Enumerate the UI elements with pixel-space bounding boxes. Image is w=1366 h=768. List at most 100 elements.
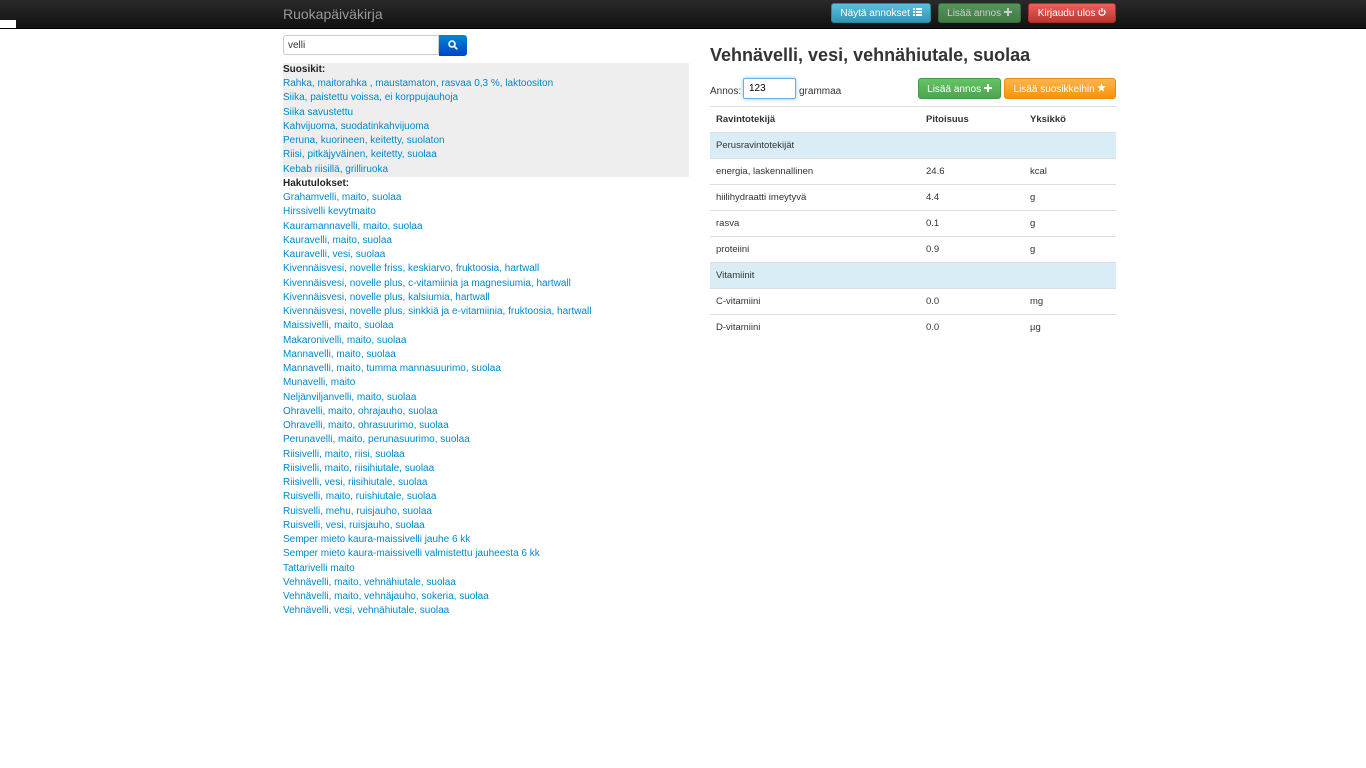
result-link[interactable]: Munavelli, maito	[283, 377, 355, 388]
nutrient-unit: g	[1024, 210, 1116, 237]
list-item: Neljänviljanvelli, maito, suolaa	[283, 391, 591, 405]
result-link[interactable]: Kivennäisvesi, novelle plus, kalsiumia, …	[283, 292, 490, 303]
result-link[interactable]: Ruisvelli, maito, ruishiutale, suolaa	[283, 491, 436, 502]
navbar: Ruokapäiväkirja Näytä annokset Lisää ann…	[0, 0, 1366, 29]
result-link[interactable]: Makaronivelli, maito, suolaa	[283, 335, 406, 346]
result-link[interactable]: Vehnävelli, vesi, vehnähiutale, suolaa	[283, 605, 449, 616]
table-row: hiilihydraatti imeytyvä 4.4 g	[710, 184, 1116, 211]
result-link[interactable]: Riisivelli, maito, riisihiutale, suolaa	[283, 463, 434, 474]
add-portion-button[interactable]: Lisää annos	[918, 78, 1001, 99]
list-item: Ruisvelli, vesi, ruisjauho, suolaa	[283, 519, 591, 533]
list-item: Riisi, pitkäjyväinen, keitetty, suolaa	[283, 148, 553, 162]
favorite-link[interactable]: Riisi, pitkäjyväinen, keitetty, suolaa	[283, 149, 437, 160]
add-favorite-button[interactable]: Lisää suosikkeihin	[1004, 78, 1116, 99]
result-link[interactable]: Kauravelli, maito, suolaa	[283, 235, 392, 246]
nutrient-name: proteiini	[710, 236, 920, 263]
list-item: Semper mieto kaura-maissivelli jauhe 6 k…	[283, 533, 591, 547]
table-row: rasva 0.1 g	[710, 210, 1116, 237]
add-portion-nav-button[interactable]: Lisää annos	[938, 3, 1021, 23]
show-portions-button[interactable]: Näytä annokset	[831, 3, 931, 23]
table-row: D-vitamiini 0.0 µg	[710, 314, 1116, 341]
portion-label: Annos:	[710, 86, 742, 97]
nutrient-unit: mg	[1024, 288, 1116, 315]
nutrient-unit: kcal	[1024, 158, 1116, 185]
favorite-link[interactable]: Rahka, maitorahka , maustamaton, rasvaa …	[283, 78, 553, 89]
nutrient-name: C-vitamiini	[710, 288, 920, 315]
list-item: Hirssivelli kevytmaito	[283, 205, 591, 219]
result-link[interactable]: Ohravelli, maito, ohrasuurimo, suolaa	[283, 420, 449, 431]
result-link[interactable]: Riisivelli, maito, riisi, suolaa	[283, 449, 405, 460]
result-link[interactable]: Perunavelli, maito, perunasuurimo, suola…	[283, 434, 470, 445]
add-portion-label: Lisää annos	[927, 84, 982, 95]
search-input[interactable]	[283, 35, 439, 55]
favorite-link[interactable]: Kahvijuoma, suodatinkahvijuoma	[283, 121, 429, 132]
list-item: Kivennäisvesi, novelle friss, keskiarvo,…	[283, 262, 591, 276]
column-header-amount: Pitoisuus	[920, 106, 1024, 133]
nutrient-value: 0.1	[920, 210, 1024, 237]
result-link[interactable]: Kivennäisvesi, novelle plus, c-vitamiini…	[283, 278, 571, 289]
nutrient-name: rasva	[710, 210, 920, 237]
result-link[interactable]: Vehnävelli, maito, vehnäjauho, sokeria, …	[283, 591, 489, 602]
result-link[interactable]: Mannavelli, maito, suolaa	[283, 349, 396, 360]
list-item: Ruisvelli, mehu, ruisjauho, suolaa	[283, 505, 591, 519]
unit-label: grammaa	[799, 86, 842, 97]
result-link[interactable]: Kauravelli, vesi, suolaa	[283, 249, 385, 260]
search-button[interactable]	[439, 35, 467, 56]
result-link[interactable]: Mannavelli, maito, tumma mannasuurimo, s…	[283, 363, 501, 374]
result-link[interactable]: Kivennäisvesi, novelle friss, keskiarvo,…	[283, 263, 539, 274]
result-link[interactable]: Riisivelli, vesi, riisihiutale, suolaa	[283, 477, 428, 488]
nutrient-value: 24.6	[920, 158, 1024, 185]
result-link[interactable]: Ohravelli, maito, ohrajauho, suolaa	[283, 406, 438, 417]
result-link[interactable]: Kauramannavelli, maito, suolaa	[283, 221, 423, 232]
result-link[interactable]: Maissivelli, maito, suolaa	[283, 320, 394, 331]
group-name: Perusravintotekijät	[710, 132, 1116, 159]
list-item: Vehnävelli, maito, vehnäjauho, sokeria, …	[283, 590, 591, 604]
list-item: Ohravelli, maito, ohrajauho, suolaa	[283, 405, 591, 419]
search-icon	[448, 40, 458, 50]
group-name: Vitamiinit	[710, 262, 1116, 289]
result-link[interactable]: Hirssivelli kevytmaito	[283, 206, 376, 217]
result-link[interactable]: Kivennäisvesi, novelle plus, sinkkiä ja …	[283, 306, 591, 317]
list-item: Riisivelli, maito, riisihiutale, suolaa	[283, 462, 591, 476]
list-item: Kauravelli, vesi, suolaa	[283, 248, 591, 262]
favorite-link[interactable]: Peruna, kuorineen, keitetty, suolaton	[283, 135, 445, 146]
list-item: Perunavelli, maito, perunasuurimo, suola…	[283, 433, 591, 447]
favorites-heading: Suosikit:	[283, 64, 326, 75]
logout-button[interactable]: Kirjaudu ulos	[1028, 3, 1116, 23]
table-row: energia, laskennallinen 24.6 kcal	[710, 158, 1116, 185]
favorite-link[interactable]: Siika savustettu	[283, 107, 353, 118]
list-item: Vehnävelli, vesi, vehnähiutale, suolaa	[283, 604, 591, 618]
result-link[interactable]: Semper mieto kaura-maissivelli valmistet…	[283, 548, 540, 559]
add-portion-nav-label: Lisää annos	[947, 8, 1002, 19]
show-portions-label: Näytä annokset	[840, 8, 910, 19]
result-link[interactable]: Semper mieto kaura-maissivelli jauhe 6 k…	[283, 534, 470, 545]
table-header-row: Ravintotekijä Pitoisuus Yksikkö	[710, 106, 1116, 133]
list-item: Vehnävelli, maito, vehnähiutale, suolaa	[283, 576, 591, 590]
result-link[interactable]: Ruisvelli, mehu, ruisjauho, suolaa	[283, 506, 432, 517]
list-item: Kauravelli, maito, suolaa	[283, 234, 591, 248]
list-icon	[912, 8, 922, 19]
result-link[interactable]: Neljänviljanvelli, maito, suolaa	[283, 392, 416, 403]
result-link[interactable]: Ruisvelli, vesi, ruisjauho, suolaa	[283, 520, 425, 531]
list-item: Siika, paistettu voissa, ei korppujauhoj…	[283, 91, 553, 105]
result-link[interactable]: Grahamvelli, maito, suolaa	[283, 192, 401, 203]
column-header-unit: Yksikkö	[1024, 106, 1116, 133]
nutrition-table-body: Perusravintotekijät energia, laskennallin…	[710, 132, 1116, 341]
portion-input[interactable]	[743, 78, 796, 99]
favorite-link[interactable]: Siika, paistettu voissa, ei korppujauhoj…	[283, 92, 458, 103]
nutrient-unit: µg	[1024, 314, 1116, 341]
table-row: proteiini 0.9 g	[710, 236, 1116, 263]
list-item: Maissivelli, maito, suolaa	[283, 319, 591, 333]
list-item: Semper mieto kaura-maissivelli valmistet…	[283, 547, 591, 561]
nutrient-value: 4.4	[920, 184, 1024, 211]
brand[interactable]: Ruokapäiväkirja	[283, 6, 383, 22]
list-item: Ohravelli, maito, ohrasuurimo, suolaa	[283, 419, 591, 433]
favorite-link[interactable]: Kebab riisillä, grilliruoka	[283, 164, 388, 175]
list-item: Munavelli, maito	[283, 376, 591, 390]
power-icon	[1098, 8, 1106, 19]
plus-icon	[983, 84, 992, 95]
result-link[interactable]: Vehnävelli, maito, vehnähiutale, suolaa	[283, 577, 456, 588]
result-link[interactable]: Tattarivelli maito	[283, 563, 355, 574]
list-item: Peruna, kuorineen, keitetty, suolaton	[283, 134, 553, 148]
nutrient-value: 0.9	[920, 236, 1024, 263]
